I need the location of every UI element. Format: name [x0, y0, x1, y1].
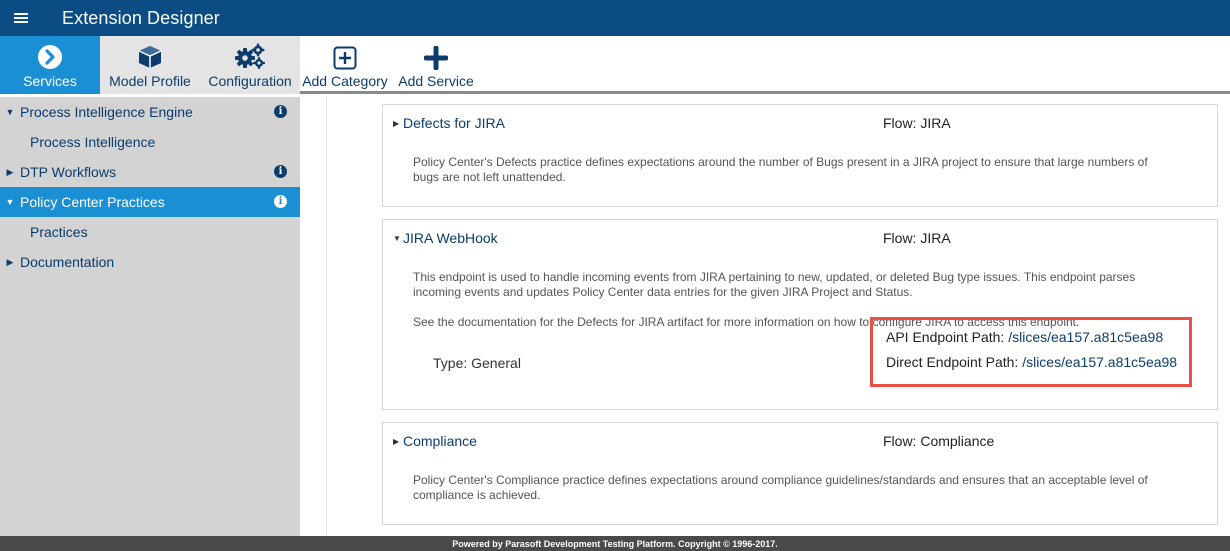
- service-description: Policy Center's Compliance practice defi…: [413, 473, 1148, 502]
- sidebar-item-documentation[interactable]: ▶ Documentation: [0, 247, 300, 277]
- sidebar-item-process-intelligence[interactable]: Process Intelligence: [0, 127, 300, 157]
- tab-model-profile-label: Model Profile: [109, 73, 191, 89]
- sidebar: ▼ Process Intelligence Engine i Process …: [0, 97, 300, 536]
- sidebar-item-label: Policy Center Practices: [20, 194, 165, 210]
- caret-right-icon: ▶: [393, 118, 400, 128]
- service-flow: Flow: JIRA: [883, 230, 951, 246]
- caret-right-icon: ▶: [6, 256, 14, 267]
- direct-endpoint-path: Direct Endpoint Path: /slices/ea157.a81c…: [886, 354, 1177, 370]
- info-icon[interactable]: i: [274, 105, 287, 118]
- service-type: Type: General: [433, 355, 521, 371]
- caret-right-icon: ▶: [393, 436, 400, 446]
- add-category-label: Add Category: [302, 73, 388, 89]
- service-description: Policy Center's Defects practice defines…: [413, 155, 1148, 184]
- menu-icon[interactable]: [0, 0, 42, 36]
- service-title-label: Defects for JIRA: [403, 115, 505, 131]
- direct-endpoint-label: Direct Endpoint Path:: [886, 354, 1019, 370]
- service-flow: Flow: JIRA: [883, 115, 951, 131]
- cube-icon: [138, 46, 162, 68]
- gears-icon: [235, 43, 265, 69]
- tab-services-label: Services: [23, 73, 77, 89]
- api-endpoint-label: API Endpoint Path:: [886, 329, 1005, 345]
- service-title-label: JIRA WebHook: [403, 230, 498, 246]
- sidebar-item-label: Documentation: [20, 254, 115, 270]
- service-title-jira-webhook[interactable]: ▼ JIRA WebHook: [393, 230, 498, 246]
- service-card-defects-for-jira: ▶ Defects for JIRA Flow: JIRA Policy Cen…: [382, 104, 1218, 207]
- add-service-label: Add Service: [398, 73, 474, 89]
- tab-services[interactable]: Services: [0, 36, 100, 94]
- main-content: ▶ Defects for JIRA Flow: JIRA Policy Cen…: [300, 97, 1230, 536]
- tab-model-profile[interactable]: Model Profile: [100, 36, 200, 94]
- tab-configuration-label: Configuration: [208, 73, 292, 89]
- sidebar-item-practices[interactable]: Practices: [0, 217, 300, 247]
- caret-down-icon: ▼: [5, 107, 15, 117]
- service-flow: Flow: Compliance: [883, 433, 995, 449]
- content-divider: [326, 97, 327, 536]
- footer-copyright: Powered by Parasoft Development Testing …: [452, 538, 778, 549]
- plus-square-icon: [333, 46, 357, 70]
- caret-down-icon: ▼: [393, 233, 401, 243]
- service-card-jira-webhook: ▼ JIRA WebHook Flow: JIRA This endpoint …: [382, 219, 1218, 410]
- tab-configuration[interactable]: Configuration: [200, 36, 300, 94]
- chevron-circle-right-icon: [38, 45, 62, 69]
- info-icon[interactable]: i: [274, 195, 287, 208]
- plus-icon: [424, 46, 448, 70]
- service-description: This endpoint is used to handle incoming…: [413, 270, 1136, 299]
- api-endpoint-link[interactable]: /slices/ea157.a81c5ea98: [1008, 329, 1163, 345]
- add-service-button[interactable]: Add Service: [392, 36, 480, 94]
- sidebar-item-label: DTP Workflows: [20, 164, 116, 180]
- sidebar-item-dtp-workflows[interactable]: ▶ DTP Workflows i: [0, 157, 300, 187]
- direct-endpoint-link[interactable]: /slices/ea157.a81c5ea98: [1022, 354, 1177, 370]
- sidebar-item-process-intelligence-engine[interactable]: ▼ Process Intelligence Engine i: [0, 97, 300, 127]
- api-endpoint-path: API Endpoint Path: /slices/ea157.a81c5ea…: [886, 329, 1163, 345]
- caret-down-icon: ▼: [5, 197, 15, 207]
- footer: Powered by Parasoft Development Testing …: [0, 536, 1230, 551]
- service-title-label: Compliance: [403, 433, 477, 449]
- sidebar-item-label: Process Intelligence Engine: [20, 104, 193, 120]
- title-bar: Extension Designer: [0, 0, 1230, 36]
- sidebar-item-label: Practices: [30, 224, 88, 240]
- app-title: Extension Designer: [62, 7, 220, 28]
- sidebar-item-label: Process Intelligence: [30, 134, 156, 150]
- service-title-defects-for-jira[interactable]: ▶ Defects for JIRA: [393, 115, 505, 131]
- service-title-compliance[interactable]: ▶ Compliance: [393, 433, 477, 449]
- add-category-button[interactable]: Add Category: [300, 36, 390, 94]
- service-card-compliance: ▶ Compliance Flow: Compliance Policy Cen…: [382, 422, 1218, 525]
- info-icon[interactable]: i: [274, 165, 287, 178]
- caret-right-icon: ▶: [6, 166, 14, 177]
- sidebar-item-policy-center-practices[interactable]: ▼ Policy Center Practices i: [0, 187, 300, 217]
- endpoint-highlight-box: API Endpoint Path: /slices/ea157.a81c5ea…: [870, 317, 1192, 387]
- toolbar: Services Model Profile Configuration Add…: [0, 36, 1230, 94]
